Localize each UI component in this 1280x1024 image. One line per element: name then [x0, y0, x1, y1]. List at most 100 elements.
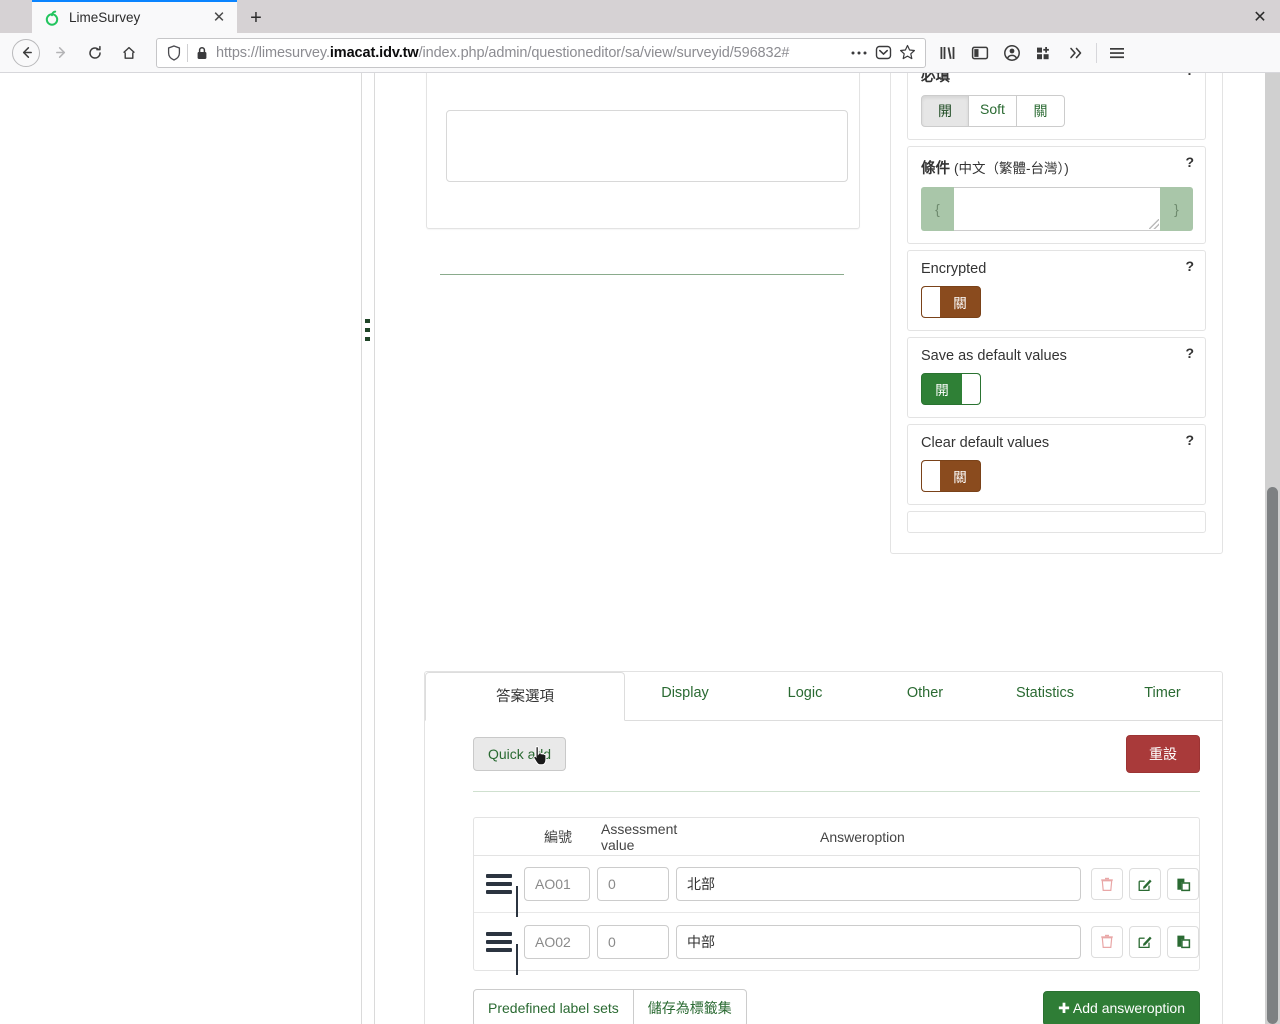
- assessment-value-input[interactable]: [597, 924, 669, 959]
- tab-display[interactable]: Display: [625, 672, 745, 720]
- setting-clear-default-label: Clear default values: [921, 435, 1050, 451]
- duplicate-icon[interactable]: [1167, 868, 1199, 900]
- tab-strip: LimeSurvey ✕ + ✕: [0, 0, 1280, 33]
- help-icon[interactable]: ?: [1185, 73, 1194, 78]
- setting-save-default-values: ? Save as default values 開: [907, 337, 1206, 418]
- tracking-protection-shield-icon[interactable]: [163, 44, 185, 61]
- toggle-knob: [922, 287, 940, 317]
- padlock-icon[interactable]: [192, 46, 212, 60]
- toggle-state-label: 開: [935, 383, 949, 398]
- home-icon[interactable]: [112, 38, 146, 68]
- answer-options-body: Quick add 重設 編號 Assessment value Answero…: [425, 721, 1222, 1024]
- row-actions: [1081, 868, 1199, 900]
- answer-options-toolbar: Quick add 重設: [473, 735, 1200, 773]
- header-assessment-value: Assessment value: [601, 820, 678, 853]
- edit-pencil-icon[interactable]: [1129, 925, 1161, 958]
- account-icon[interactable]: [996, 38, 1028, 68]
- tab-timer[interactable]: Timer: [1105, 672, 1220, 720]
- setting-mandatory-label: 必填: [921, 73, 950, 85]
- browser-tab-limesurvey[interactable]: LimeSurvey ✕: [32, 0, 237, 33]
- toggle-knob: [922, 461, 940, 491]
- page-content: ? 必填 開 Soft 關 ? 條件 (中文（繁體-台灣）) { }: [0, 73, 1280, 1024]
- window-close-button[interactable]: ✕: [1240, 0, 1280, 33]
- drag-handle-icon[interactable]: [474, 874, 524, 917]
- duplicate-icon[interactable]: [1167, 925, 1199, 958]
- answer-code-input[interactable]: [524, 924, 590, 959]
- setting-condition: ? 條件 (中文（繁體-台灣）) { }: [907, 146, 1206, 244]
- question-text-card: [426, 73, 860, 229]
- star-icon[interactable]: [895, 44, 919, 61]
- condition-input[interactable]: [954, 187, 1160, 231]
- page-scrollbar-track[interactable]: [1265, 73, 1280, 1024]
- grip-divider: [516, 943, 518, 975]
- mandatory-option-off[interactable]: 關: [1017, 95, 1065, 127]
- app-menu-icon[interactable]: [1101, 38, 1133, 68]
- browser-window: LimeSurvey ✕ + ✕ https://limesurvey.imac…: [0, 0, 1280, 1024]
- mandatory-option-on[interactable]: 開: [921, 95, 969, 127]
- row-actions: [1081, 925, 1199, 958]
- answer-options-footer: Predefined label sets 儲存為標籤集 ✚ Add answe…: [473, 989, 1200, 1024]
- tab-other[interactable]: Other: [865, 672, 985, 720]
- forward-arrow-icon: [44, 38, 78, 68]
- predefined-label-sets-button[interactable]: Predefined label sets: [473, 989, 634, 1024]
- sidebar-rail-right: [374, 73, 375, 1024]
- help-icon[interactable]: ?: [1185, 432, 1194, 448]
- edit-pencil-icon[interactable]: [1129, 868, 1161, 900]
- question-help-textarea[interactable]: [446, 110, 848, 182]
- help-icon[interactable]: ?: [1185, 154, 1194, 170]
- mandatory-option-soft[interactable]: Soft: [969, 95, 1017, 127]
- help-icon[interactable]: ?: [1185, 258, 1194, 274]
- header-answeroption: Answeroption: [820, 828, 905, 845]
- reload-icon[interactable]: [78, 38, 112, 68]
- limesurvey-logo-icon: [44, 10, 60, 26]
- mandatory-button-group: 開 Soft 關: [921, 95, 1065, 127]
- answer-code-input[interactable]: [524, 867, 590, 901]
- clear-default-toggle[interactable]: 關: [921, 460, 981, 492]
- add-answeroption-button[interactable]: ✚ Add answeroption: [1043, 990, 1200, 1024]
- save-default-toggle[interactable]: 開: [921, 373, 981, 405]
- setting-mandatory: ? 必填 開 Soft 關: [907, 73, 1206, 140]
- answeroption-input[interactable]: [676, 924, 1081, 959]
- toggle-state-label: 關: [953, 296, 967, 311]
- plus-icon: ✚: [1058, 999, 1070, 1016]
- sidebar-icon[interactable]: [964, 38, 996, 68]
- back-arrow-icon[interactable]: [12, 38, 40, 67]
- condition-editor: { }: [921, 187, 1193, 231]
- answer-options-table: 編號 Assessment value Answeroption: [473, 817, 1200, 975]
- setting-condition-label: 條件 (中文（繁體-台灣）): [921, 161, 1069, 177]
- tab-statistics[interactable]: Statistics: [985, 672, 1105, 720]
- answeroption-input[interactable]: [676, 867, 1081, 901]
- toggle-state-label: 關: [953, 470, 967, 485]
- resize-handle-icon[interactable]: [1149, 219, 1159, 229]
- tab-logic[interactable]: Logic: [745, 672, 865, 720]
- quick-add-button[interactable]: Quick add: [473, 737, 567, 771]
- address-bar[interactable]: https://limesurvey.imacat.idv.tw/index.p…: [156, 37, 926, 68]
- toolbar-divider: [1096, 42, 1097, 63]
- reset-button[interactable]: 重設: [1126, 735, 1200, 773]
- extensions-icon[interactable]: [1028, 38, 1060, 68]
- trash-icon[interactable]: [1091, 925, 1123, 958]
- save-as-label-set-button[interactable]: 儲存為標籤集: [633, 989, 747, 1024]
- sidebar-rail-left: [361, 73, 362, 1024]
- library-icon[interactable]: [932, 38, 964, 68]
- question-settings-panel: ? 必填 開 Soft 關 ? 條件 (中文（繁體-台灣）) { }: [890, 73, 1223, 554]
- drag-handle-icon[interactable]: [474, 931, 524, 975]
- assessment-value-input[interactable]: [597, 867, 669, 901]
- encrypted-toggle[interactable]: 關: [921, 286, 981, 318]
- pocket-save-icon[interactable]: [871, 44, 895, 61]
- page-scrollbar-thumb[interactable]: [1267, 487, 1278, 1024]
- tab-answer-options[interactable]: 答案選項: [425, 672, 625, 721]
- overflow-chevrons-icon[interactable]: [1060, 38, 1092, 68]
- close-icon[interactable]: ✕: [209, 8, 229, 28]
- url-text[interactable]: https://limesurvey.imacat.idv.tw/index.p…: [212, 45, 847, 61]
- trash-icon[interactable]: [1091, 868, 1123, 900]
- sidebar-resize-grip[interactable]: [365, 319, 371, 341]
- new-tab-button[interactable]: +: [239, 3, 273, 33]
- help-icon[interactable]: ?: [1185, 345, 1194, 361]
- answer-panel-tabs: 答案選項 Display Logic Other Statistics Time…: [425, 672, 1222, 721]
- setting-encrypted: ? Encrypted 關: [907, 250, 1206, 331]
- table-header-row: 編號 Assessment value Answeroption: [474, 818, 1199, 856]
- setting-save-default-label: Save as default values: [921, 348, 1067, 364]
- add-answeroption-label: Add answeroption: [1072, 999, 1185, 1016]
- ellipsis-icon[interactable]: [847, 50, 871, 56]
